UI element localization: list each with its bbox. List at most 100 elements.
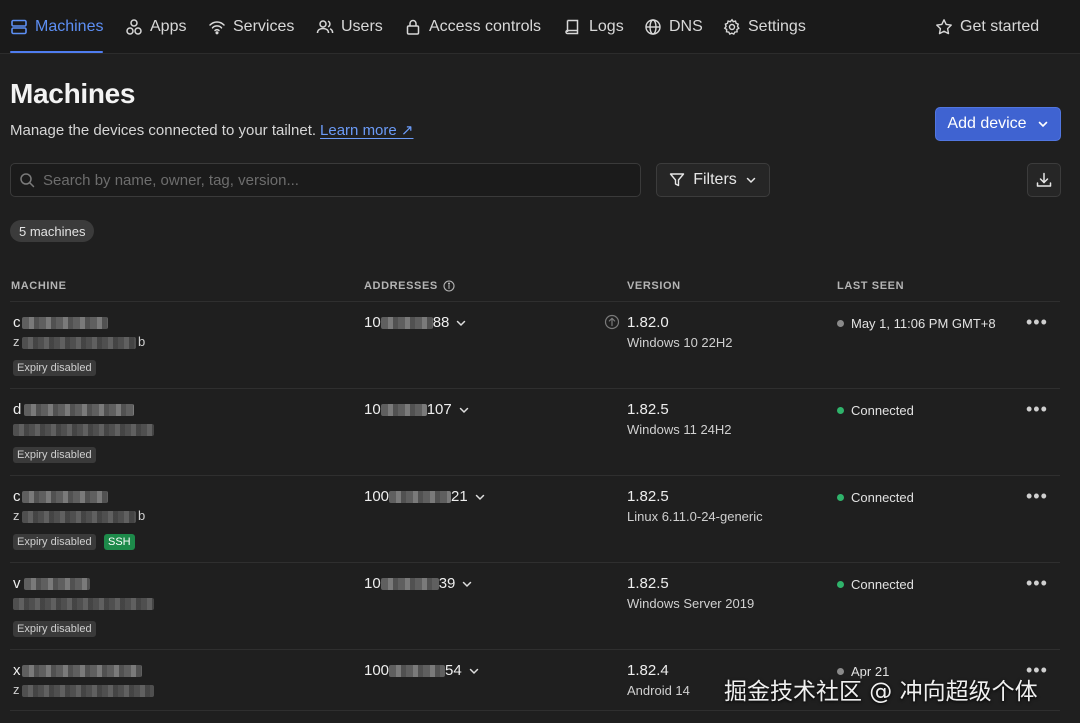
redacted-address xyxy=(389,490,452,503)
table-row[interactable]: d Expiry disabled 10 107 1.82.5 Windows … xyxy=(0,389,1080,476)
nav-tab-settings[interactable]: Settings xyxy=(723,0,806,54)
nav-tab-dns[interactable]: DNS xyxy=(644,0,703,54)
machine-name[interactable]: c xyxy=(13,488,21,505)
last-seen-text: Connected xyxy=(851,577,914,592)
ssh-tag: SSH xyxy=(104,534,135,550)
add-device-button[interactable]: Add device xyxy=(935,107,1061,141)
redacted-address xyxy=(380,577,439,590)
get-started-link[interactable]: Get started xyxy=(935,0,1039,54)
address-suffix: 107 xyxy=(426,401,452,418)
address-prefix: 100 xyxy=(364,662,390,679)
more-options-icon[interactable]: ••• xyxy=(1026,399,1048,420)
table-row[interactable]: c z b Expiry disabled SSH 100 21 1.82.5 … xyxy=(0,476,1080,563)
filters-button[interactable]: Filters xyxy=(656,163,770,197)
column-header-machine[interactable]: MACHINE xyxy=(11,280,67,292)
nav-tab-access-controls[interactable]: Access controls xyxy=(404,0,541,54)
chevron-down-icon[interactable] xyxy=(474,491,486,503)
table-row[interactable]: c z b Expiry disabled 10 88 1.82.0 Windo… xyxy=(0,302,1080,389)
redacted-name xyxy=(24,578,90,590)
expiry-disabled-tag: Expiry disabled xyxy=(13,360,96,376)
expiry-disabled-tag: Expiry disabled xyxy=(13,447,96,463)
machine-owner: z xyxy=(13,508,20,523)
address-cell[interactable]: 10 88 xyxy=(364,314,467,331)
column-header-last-seen[interactable]: LAST SEEN xyxy=(837,280,904,292)
redacted-name xyxy=(22,491,108,503)
machine-name[interactable]: x xyxy=(13,662,21,679)
column-header-label: ADDRESSES xyxy=(364,280,438,292)
info-icon[interactable] xyxy=(443,280,455,292)
redacted-owner xyxy=(13,424,154,436)
column-header-addresses[interactable]: ADDRESSES xyxy=(364,280,455,292)
nav-tab-apps[interactable]: Apps xyxy=(125,0,186,54)
nav-label: Users xyxy=(341,18,383,35)
version-number: 1.82.0 xyxy=(627,314,669,331)
status-dot-online xyxy=(837,494,844,501)
redacted-name xyxy=(22,317,108,329)
chevron-down-icon[interactable] xyxy=(455,317,467,329)
learn-more-link[interactable]: Learn more ↗ xyxy=(320,122,413,139)
chevron-down-icon xyxy=(1037,118,1049,130)
os-version: Windows Server 2019 xyxy=(627,596,755,611)
address-cell[interactable]: 100 54 xyxy=(364,662,480,679)
nav-label: Logs xyxy=(589,18,624,35)
divider xyxy=(10,710,1060,711)
more-options-icon[interactable]: ••• xyxy=(1026,486,1048,507)
redacted-owner xyxy=(22,511,136,523)
version-number: 1.82.5 xyxy=(627,401,669,418)
address-cell[interactable]: 10 39 xyxy=(364,575,473,592)
address-cell[interactable]: 100 21 xyxy=(364,488,486,505)
server-icon xyxy=(10,18,28,36)
address-prefix: 10 xyxy=(364,314,381,331)
nav-tab-services[interactable]: Services xyxy=(208,0,294,54)
machine-name[interactable]: d xyxy=(13,401,21,418)
update-available-icon[interactable] xyxy=(604,314,620,335)
top-navigation: Machines Apps Services Users Access cont… xyxy=(0,0,1080,54)
chevron-down-icon[interactable] xyxy=(461,578,473,590)
machine-owner: z xyxy=(13,682,20,697)
filters-label: Filters xyxy=(693,171,737,188)
column-header-version[interactable]: VERSION xyxy=(627,280,681,292)
machine-name[interactable]: c xyxy=(13,314,21,331)
add-device-label: Add device xyxy=(947,115,1027,132)
search-input[interactable] xyxy=(43,171,623,189)
address-cell[interactable]: 10 107 xyxy=(364,401,470,418)
os-version: Windows 10 22H2 xyxy=(627,335,733,350)
last-seen-text: May 1, 11:06 PM GMT+8 xyxy=(851,316,996,331)
chevron-down-icon[interactable] xyxy=(458,404,470,416)
nav-label: Services xyxy=(233,18,295,35)
address-suffix: 54 xyxy=(445,662,462,679)
last-seen: May 1, 11:06 PM GMT+8 xyxy=(837,316,996,331)
machine-name[interactable]: v xyxy=(13,575,21,592)
more-options-icon[interactable]: ••• xyxy=(1026,573,1048,594)
watermark: 掘金技术社区 @ 冲向超级个体 xyxy=(724,679,1038,705)
machine-owner: z xyxy=(13,334,20,349)
machine-owner-suffix: b xyxy=(138,508,146,523)
table-row[interactable]: v Expiry disabled 10 39 1.82.5 Windows S… xyxy=(0,563,1080,650)
redacted-owner xyxy=(22,337,136,349)
redacted-name xyxy=(22,665,142,677)
status-dot-online xyxy=(837,581,844,588)
nav-tab-machines[interactable]: Machines xyxy=(10,0,104,54)
machine-count-badge: 5 machines xyxy=(10,220,95,242)
globe-icon xyxy=(644,18,662,36)
status-dot-online xyxy=(837,407,844,414)
export-button[interactable] xyxy=(1027,163,1061,197)
os-version: Windows 11 24H2 xyxy=(627,422,732,437)
last-seen: Connected xyxy=(837,490,914,505)
redacted-address xyxy=(380,403,427,416)
chevron-down-icon[interactable] xyxy=(468,665,480,677)
users-icon xyxy=(316,18,334,36)
nav-tab-logs[interactable]: Logs xyxy=(564,0,624,54)
nav-tab-users[interactable]: Users xyxy=(316,0,383,54)
last-seen-text: Connected xyxy=(851,403,914,418)
address-suffix: 88 xyxy=(432,314,450,331)
page-title: Machines xyxy=(10,78,136,109)
more-options-icon[interactable]: ••• xyxy=(1026,312,1048,333)
apps-icon xyxy=(125,18,143,36)
redacted-owner xyxy=(22,685,154,697)
version-number: 1.82.5 xyxy=(627,575,669,592)
last-seen-text: Connected xyxy=(851,490,914,505)
star-icon xyxy=(935,18,953,36)
chevron-down-icon xyxy=(745,174,757,186)
get-started-label: Get started xyxy=(960,18,1040,35)
